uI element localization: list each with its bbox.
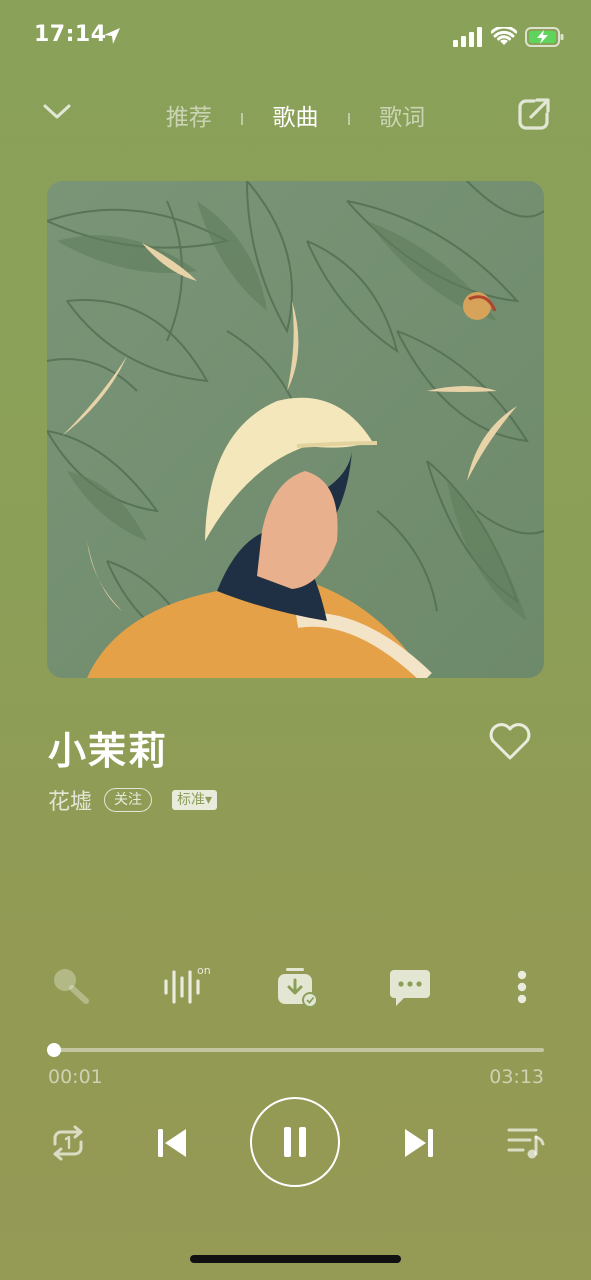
artist-row: 花墟 关注 标准▾ (48, 784, 218, 816)
follow-button[interactable]: 关注 (104, 788, 153, 812)
player-header: 推荐 歌曲 歌词 (0, 90, 591, 140)
cellular-signal-icon (453, 27, 482, 47)
sound-effect-button[interactable]: on (160, 962, 216, 1010)
repeat-icon[interactable] (48, 1124, 88, 1162)
tab-recommend[interactable]: 推荐 (166, 98, 212, 132)
location-arrow-icon (104, 28, 120, 44)
next-icon[interactable] (401, 1124, 437, 1162)
progress-bar[interactable] (47, 1043, 544, 1057)
share-icon[interactable] (516, 96, 552, 132)
total-time: 03:13 (489, 1066, 544, 1088)
previous-icon[interactable] (154, 1124, 190, 1162)
status-icons (453, 24, 565, 50)
comment-icon[interactable] (388, 966, 432, 1008)
more-icon[interactable] (510, 968, 534, 1006)
song-title: 小茉莉 (48, 729, 169, 773)
tab-song[interactable]: 歌曲 (273, 98, 319, 132)
tab-divider (241, 112, 244, 125)
karaoke-mic-icon[interactable] (50, 965, 92, 1007)
wifi-icon (491, 27, 517, 45)
quality-selector[interactable]: 标准▾ (172, 790, 218, 810)
playlist-icon[interactable] (506, 1126, 546, 1160)
download-icon[interactable] (274, 964, 320, 1010)
battery-charging-icon (525, 27, 564, 47)
sound-effect-badge: on (197, 964, 211, 977)
album-artwork (47, 181, 544, 678)
tab-lyrics[interactable]: 歌词 (379, 98, 425, 132)
home-indicator[interactable] (190, 1255, 401, 1263)
heart-icon[interactable] (487, 722, 533, 762)
tab-divider (347, 112, 350, 125)
status-time: 17:14 (34, 22, 107, 47)
current-time: 00:01 (48, 1066, 103, 1088)
album-cover[interactable] (47, 181, 544, 678)
play-pause-button[interactable] (250, 1097, 340, 1187)
pause-icon (284, 1127, 306, 1157)
tab-bar: 推荐 歌曲 歌词 (0, 98, 591, 132)
progress-thumb[interactable] (47, 1043, 62, 1057)
artist-name[interactable]: 花墟 (48, 784, 92, 816)
